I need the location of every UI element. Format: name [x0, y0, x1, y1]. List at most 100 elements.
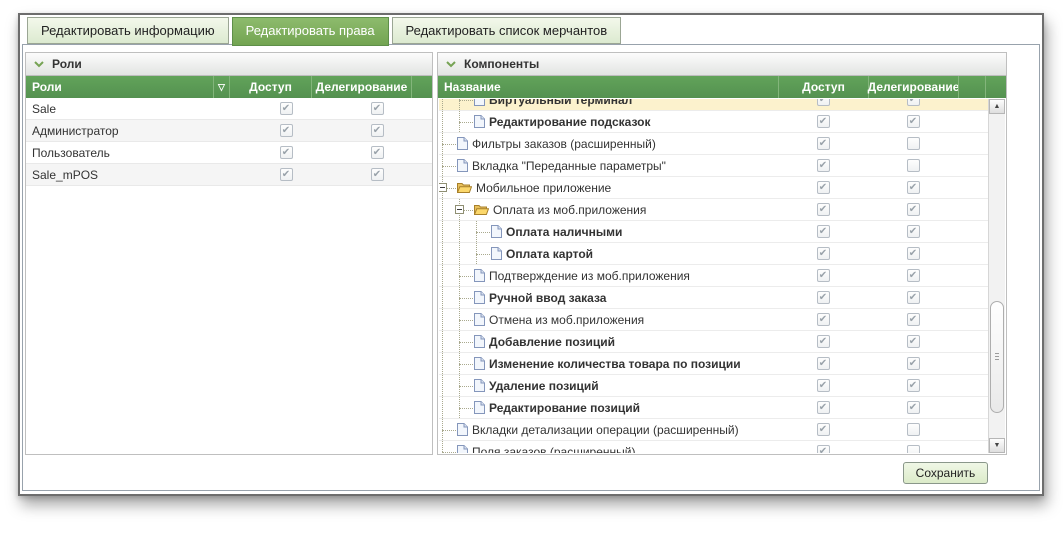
- access-checkbox[interactable]: ✔: [817, 137, 830, 150]
- tab-edit-merchants[interactable]: Редактировать список мерчантов: [392, 17, 622, 44]
- roles-panel: Роли Роли ▽ Доступ Делегирование Sale ✔ …: [25, 52, 433, 455]
- role-row[interactable]: Sale_mPOS ✔ ✔: [26, 164, 432, 186]
- tree-item: Вкладка "Переданные параметры": [439, 155, 778, 176]
- sort-triangle-icon[interactable]: ▽: [213, 76, 229, 98]
- tree-row[interactable]: Оплата картой ✔ ✔: [439, 243, 988, 265]
- access-checkbox[interactable]: ✔: [817, 379, 830, 392]
- tree-row[interactable]: Поля заказов (расширенный) ✔: [439, 441, 988, 453]
- document-icon: [457, 445, 468, 453]
- access-checkbox[interactable]: ✔: [817, 159, 830, 172]
- tree-row[interactable]: Вкладки детализации операции (расширенны…: [439, 419, 988, 441]
- delegation-checkbox[interactable]: ✔: [907, 313, 920, 326]
- chevron-down-icon[interactable]: [34, 61, 44, 68]
- delegation-checkbox[interactable]: [907, 137, 920, 150]
- role-row[interactable]: Sale ✔ ✔: [26, 98, 432, 120]
- delegation-checkbox[interactable]: ✔: [371, 124, 384, 137]
- access-checkbox[interactable]: ✔: [817, 225, 830, 238]
- delegation-checkbox[interactable]: ✔: [907, 99, 920, 106]
- access-checkbox[interactable]: ✔: [817, 99, 830, 106]
- tree-elbow-line: [473, 243, 490, 264]
- document-icon: [491, 247, 502, 260]
- delegation-checkbox[interactable]: [907, 445, 920, 453]
- column-header-delegation[interactable]: Делегирование: [868, 76, 958, 98]
- access-checkbox[interactable]: ✔: [280, 168, 293, 181]
- access-checkbox[interactable]: ✔: [817, 313, 830, 326]
- arrow-up-icon[interactable]: ▲: [989, 99, 1005, 114]
- delegation-checkbox[interactable]: ✔: [907, 379, 920, 392]
- tree-collapse-toggle[interactable]: [455, 205, 464, 214]
- tree-guide-line: [439, 99, 456, 110]
- column-header-name[interactable]: Название: [438, 76, 778, 98]
- tree-row[interactable]: Удаление позиций ✔ ✔: [439, 375, 988, 397]
- access-checkbox[interactable]: ✔: [280, 146, 293, 159]
- tab-edit-info[interactable]: Редактировать информацию: [27, 17, 229, 44]
- chevron-down-icon[interactable]: [446, 61, 456, 68]
- access-checkbox[interactable]: ✔: [817, 401, 830, 414]
- delegation-checkbox[interactable]: ✔: [907, 357, 920, 370]
- components-tree-body: Виртуальный терминал ✔ ✔ Редактирование …: [439, 99, 988, 453]
- role-row[interactable]: Пользователь ✔ ✔: [26, 142, 432, 164]
- role-row[interactable]: Администратор ✔ ✔: [26, 120, 432, 142]
- column-header-access[interactable]: Доступ: [229, 76, 311, 98]
- vertical-scrollbar[interactable]: ▲ ▼: [988, 99, 1005, 453]
- tree-row[interactable]: Отмена из моб.приложения ✔ ✔: [439, 309, 988, 331]
- tree-row[interactable]: Оплата наличными ✔ ✔: [439, 221, 988, 243]
- save-button[interactable]: Сохранить: [903, 462, 988, 484]
- access-checkbox[interactable]: ✔: [817, 423, 830, 436]
- tree-item-label: Вкладки детализации операции (расширенны…: [472, 423, 739, 437]
- delegation-checkbox[interactable]: [907, 159, 920, 172]
- tree-row[interactable]: Редактирование позиций ✔ ✔: [439, 397, 988, 419]
- delegation-checkbox[interactable]: ✔: [907, 203, 920, 216]
- delegation-checkbox[interactable]: ✔: [371, 168, 384, 181]
- arrow-down-icon[interactable]: ▼: [989, 438, 1005, 453]
- tree-row[interactable]: Виртуальный терминал ✔ ✔: [439, 99, 988, 111]
- document-icon: [474, 357, 485, 370]
- access-checkbox[interactable]: ✔: [817, 357, 830, 370]
- delegation-checkbox[interactable]: ✔: [907, 247, 920, 260]
- access-checkbox[interactable]: ✔: [817, 247, 830, 260]
- roles-grid-header: Роли ▽ Доступ Делегирование: [26, 76, 432, 98]
- scrollbar-thumb[interactable]: [990, 301, 1004, 413]
- column-header-access[interactable]: Доступ: [778, 76, 868, 98]
- access-checkbox[interactable]: ✔: [280, 124, 293, 137]
- access-checkbox[interactable]: ✔: [817, 203, 830, 216]
- delegation-checkbox[interactable]: [907, 423, 920, 436]
- tree-row[interactable]: Редактирование подсказок ✔ ✔: [439, 111, 988, 133]
- tree-row[interactable]: Вкладка "Переданные параметры" ✔: [439, 155, 988, 177]
- tree-row[interactable]: Мобильное приложение ✔ ✔: [439, 177, 988, 199]
- delegation-checkbox[interactable]: ✔: [907, 181, 920, 194]
- tree-row[interactable]: Ручной ввод заказа ✔ ✔: [439, 287, 988, 309]
- access-checkbox[interactable]: ✔: [817, 291, 830, 304]
- tree-row[interactable]: Оплата из моб.приложения ✔ ✔: [439, 199, 988, 221]
- delegation-checkbox[interactable]: ✔: [371, 102, 384, 115]
- delegation-checkbox[interactable]: ✔: [907, 225, 920, 238]
- tree-elbow-line: [473, 221, 490, 242]
- checkmark-icon: ✔: [909, 99, 917, 105]
- delegation-checkbox[interactable]: ✔: [907, 269, 920, 282]
- checkmark-icon: ✔: [819, 227, 827, 237]
- access-checkbox[interactable]: ✔: [817, 269, 830, 282]
- tree-row[interactable]: Изменение количества товара по позиции ✔…: [439, 353, 988, 375]
- folder-open-icon: [457, 182, 472, 194]
- tree-collapse-toggle[interactable]: [439, 183, 447, 192]
- delegation-checkbox[interactable]: ✔: [907, 115, 920, 128]
- access-checkbox[interactable]: ✔: [817, 445, 830, 453]
- delegation-checkbox[interactable]: ✔: [907, 291, 920, 304]
- tree-guide-line: [439, 199, 456, 220]
- tree-item: Виртуальный терминал: [439, 99, 778, 110]
- delegation-checkbox[interactable]: ✔: [371, 146, 384, 159]
- tree-elbow-line: [456, 331, 473, 352]
- delegation-checkbox[interactable]: ✔: [907, 401, 920, 414]
- tree-row[interactable]: Фильтры заказов (расширенный) ✔: [439, 133, 988, 155]
- tab-edit-rights[interactable]: Редактировать права: [232, 17, 389, 46]
- tree-row[interactable]: Подтверждение из моб.приложения ✔ ✔: [439, 265, 988, 287]
- role-name: Sale_mPOS: [26, 168, 229, 182]
- access-checkbox[interactable]: ✔: [817, 181, 830, 194]
- delegation-checkbox[interactable]: ✔: [907, 335, 920, 348]
- access-checkbox[interactable]: ✔: [817, 115, 830, 128]
- column-header-roles[interactable]: Роли: [26, 76, 213, 98]
- tree-row[interactable]: Добавление позиций ✔ ✔: [439, 331, 988, 353]
- column-header-delegation[interactable]: Делегирование: [311, 76, 411, 98]
- access-checkbox[interactable]: ✔: [817, 335, 830, 348]
- access-checkbox[interactable]: ✔: [280, 102, 293, 115]
